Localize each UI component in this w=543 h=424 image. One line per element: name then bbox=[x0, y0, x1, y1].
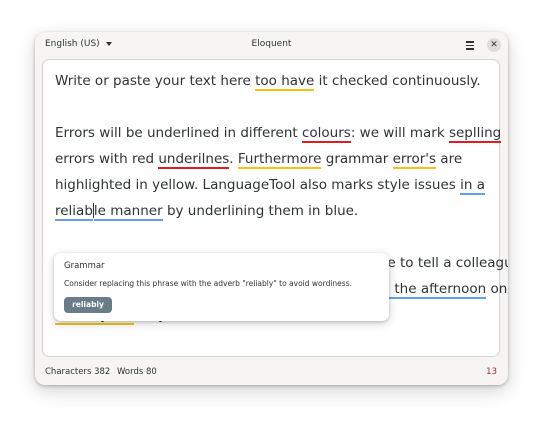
grammar-issue[interactable]: Furthermore bbox=[237, 151, 322, 169]
close-icon: ✕ bbox=[490, 40, 498, 50]
spelling-error[interactable]: colours bbox=[301, 125, 351, 143]
text-run: errors with red bbox=[55, 151, 155, 167]
text-run: by underlining them in blue. bbox=[162, 203, 359, 219]
text-run: on bbox=[490, 281, 508, 297]
spelling-error[interactable]: seplling bbox=[448, 125, 502, 143]
grammar-issue[interactable]: error's bbox=[392, 151, 437, 169]
text-run: Errors will be underlined in different bbox=[55, 125, 302, 141]
suggestion-popover: Grammar Consider replacing this phrase w… bbox=[54, 253, 389, 321]
status-bar: Characters 382 Words 80 13 bbox=[35, 362, 508, 382]
editor-paragraph: Write or paste your text here too have i… bbox=[55, 68, 481, 94]
character-count: Characters 382 bbox=[45, 367, 111, 377]
editor-paragraph: Errors will be underlined in different c… bbox=[55, 120, 502, 224]
app-window: English (US) Eloquent ✕ Write or paste y… bbox=[35, 32, 508, 385]
text-run: grammar bbox=[321, 151, 393, 167]
issue-count-badge[interactable]: 13 bbox=[486, 367, 497, 377]
window-title: Eloquent bbox=[251, 39, 292, 49]
spelling-error[interactable]: underilnes bbox=[158, 151, 230, 169]
text-run: Write or paste your text here bbox=[55, 73, 256, 89]
hamburger-menu-icon[interactable] bbox=[463, 39, 477, 51]
issue-category: Grammar bbox=[64, 261, 105, 271]
issue-message: Consider replacing this phrase with the … bbox=[64, 279, 352, 288]
header-bar: English (US) Eloquent ✕ bbox=[35, 32, 508, 58]
text-run: : we will mark bbox=[350, 125, 449, 141]
grammar-issue[interactable]: too have bbox=[255, 73, 315, 91]
word-count: Words 80 bbox=[117, 367, 157, 377]
text-run: it checked continuously. bbox=[314, 73, 481, 89]
apply-suggestion-button[interactable]: reliably bbox=[64, 297, 112, 313]
close-button[interactable]: ✕ bbox=[487, 38, 501, 52]
text-run: . bbox=[229, 151, 238, 167]
style-issue[interactable]: le manner bbox=[93, 203, 163, 221]
